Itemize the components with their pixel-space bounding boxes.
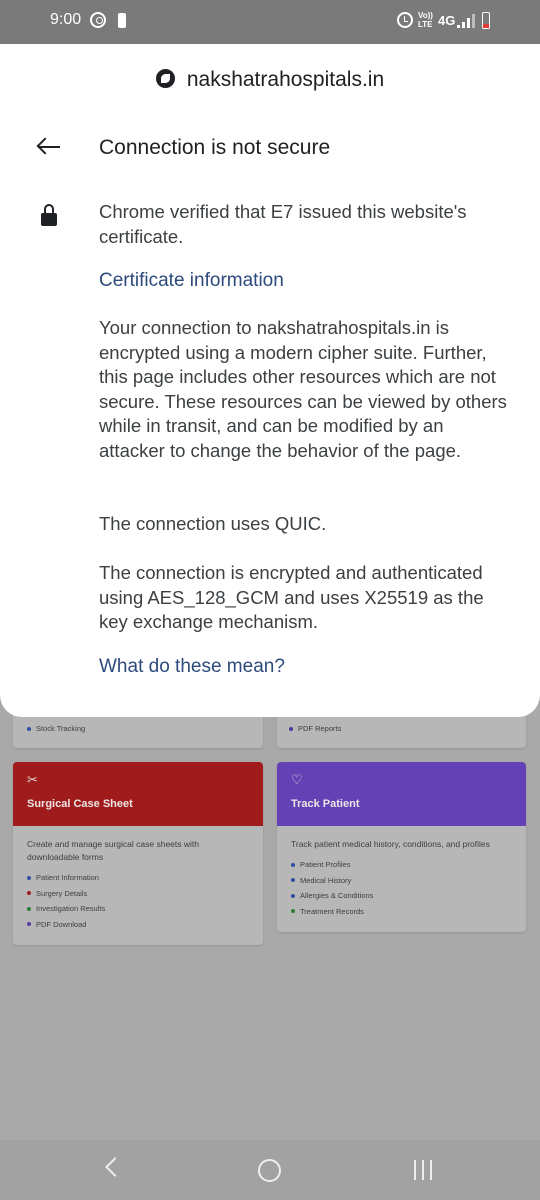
connection-info-sheet: nakshatrahospitals.in Connection is not …	[0, 44, 540, 717]
card-title: Surgical Case Sheet	[27, 798, 133, 810]
nav-back-icon[interactable]	[105, 1157, 125, 1177]
list-item-label: Patient Profiles	[300, 860, 351, 870]
list-item: PDF Download	[27, 917, 249, 933]
bullet-dot	[291, 862, 295, 867]
card-surgical-case-sheet[interactable]: ✂ Surgical Case Sheet Create and manage …	[13, 762, 263, 945]
list-item: Treatment Records	[291, 904, 512, 920]
list-item: Stock Tracking	[27, 724, 85, 733]
lock-icon	[40, 204, 58, 228]
list-item-label: PDF Reports	[298, 724, 342, 733]
heart-icon: ♡	[291, 772, 303, 787]
globe-icon	[155, 69, 175, 88]
list-item: Patient Profiles	[291, 857, 512, 873]
status-time: 9:00	[50, 11, 82, 28]
list-item-label: Surgery Details	[36, 888, 88, 898]
network-type: 4G	[438, 13, 456, 28]
bullet-dot	[27, 875, 31, 880]
bullet-dot	[291, 893, 295, 898]
bullet-dot	[27, 906, 31, 911]
page-title: Connection is not secure	[99, 136, 331, 159]
certificate-info-link[interactable]: Certificate information	[99, 270, 284, 292]
list-item-label: Allergies & Conditions	[300, 891, 374, 901]
card-header: ♡ Track Patient	[277, 762, 526, 826]
list-item: Allergies & Conditions	[291, 888, 512, 904]
bullet-dot	[291, 878, 295, 883]
list-item-label: Patient Information	[36, 873, 99, 883]
scissors-icon: ✂	[27, 772, 38, 787]
status-bar: 9:00 Vo)) LTE 4G	[0, 0, 540, 44]
verified-text: Chrome verified that E7 issued this webs…	[99, 201, 467, 247]
nav-home-icon[interactable]	[258, 1159, 281, 1182]
bullet-dot	[289, 726, 293, 731]
bullet-dot	[27, 726, 31, 731]
bullet-dot	[27, 891, 31, 896]
battery-icon	[482, 12, 490, 29]
list-item-label: Treatment Records	[300, 906, 364, 916]
volte-top-label: Vo))	[418, 11, 433, 20]
list-item: Medical History	[291, 873, 512, 889]
card-feature-list: Patient Information Surgery Details Inve…	[13, 864, 263, 932]
list-item-label: Investigation Results	[36, 904, 106, 914]
list-item: PDF Reports	[289, 724, 341, 733]
list-item: Surgery Details	[27, 886, 249, 902]
bullet-dot	[27, 922, 31, 927]
card-feature-list: Patient Profiles Medical History Allergi…	[277, 851, 526, 919]
cipher-text: The connection is encrypted and authenti…	[99, 562, 484, 632]
card-title: Track Patient	[291, 798, 360, 810]
card-description: Track patient medical history, condition…	[291, 839, 490, 849]
site-domain: nakshatrahospitals.in	[186, 68, 385, 91]
list-item-label: PDF Download	[36, 919, 87, 929]
nav-recents-icon[interactable]	[414, 1160, 436, 1180]
card-track-patient[interactable]: ♡ Track Patient Track patient medical hi…	[277, 762, 526, 932]
volte-indicator: Vo)) LTE	[418, 11, 433, 29]
back-button[interactable]	[34, 134, 66, 160]
help-link[interactable]: What do these mean?	[99, 656, 285, 678]
alarm-icon	[397, 12, 413, 28]
list-item-label: Medical History	[300, 875, 352, 885]
connection-description: Your connection to nakshatrahospitals.in…	[99, 317, 507, 461]
notification-icon	[118, 13, 126, 28]
whatsapp-icon	[90, 12, 106, 28]
signal-icon	[457, 14, 475, 28]
navigation-bar	[0, 1140, 540, 1200]
card-description: Create and manage surgical case sheets w…	[27, 839, 199, 862]
protocol-text: The connection uses QUIC.	[99, 513, 327, 534]
volte-bottom-label: LTE	[418, 20, 433, 29]
card-header: ✂ Surgical Case Sheet	[13, 762, 263, 826]
list-item-label: Stock Tracking	[36, 724, 86, 733]
list-item: Investigation Results	[27, 901, 249, 917]
list-item: Patient Information	[27, 870, 249, 886]
bullet-dot	[291, 909, 295, 914]
domain-row: nakshatrahospitals.in	[0, 68, 540, 92]
